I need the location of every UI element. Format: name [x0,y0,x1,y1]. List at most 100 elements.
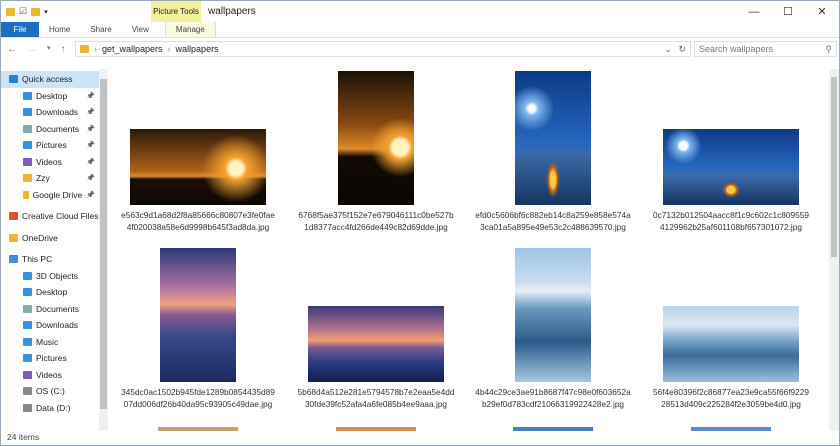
sidebar-item-label: This PC [22,254,53,265]
tab-file[interactable]: File [1,22,39,37]
sidebar-item-downloads[interactable]: Downloads 📌 [1,104,99,121]
file-item[interactable]: 4b44c29ce3ae91b8687f47c98e0f603652ab29ef… [468,246,638,423]
sidebar-item-google-drive[interactable]: Google Drive 📌 [1,187,99,204]
image-thumbnail[interactable] [160,248,236,382]
sidebar-item-this-pc[interactable]: This PC [1,251,99,268]
tab-view[interactable]: View [122,22,159,37]
separator-icon: › [94,44,97,54]
sidebar-item-label: 3D Objects [36,270,79,281]
sidebar-item-label: Videos [36,156,62,167]
breadcrumb-get-wallpapers[interactable]: get_wallpapers [102,44,163,54]
sidebar-item-label: Pictures [36,140,67,151]
back-button[interactable]: ← [7,44,17,55]
file-item[interactable]: 0c7132b012504aacc8f1c9c602c1c80955941299… [646,69,816,246]
file-item[interactable]: 56f4e80396f2c86877ea23e9ca55f66f92292851… [646,246,816,423]
sidebar-item-label: Downloads [36,320,79,331]
file-item[interactable]: 6768f5ae375f152e7e679046111c0be527b1d837… [291,69,461,246]
image-thumbnail[interactable] [338,71,414,205]
sidebar-item-videos[interactable]: Videos 📌 [1,154,99,171]
sidebar-item-creative-cloud-files[interactable]: Creative Cloud Files [1,208,99,225]
file-name: 0c7132b012504aacc8f1c9c602c1c80955941299… [653,210,809,232]
sidebar-item-label: OneDrive [22,232,58,243]
folder-icon [23,288,32,297]
sidebar-item-downloads[interactable]: Downloads [1,317,99,334]
customize-dropdown-icon[interactable]: ▾ [44,8,48,16]
sidebar-item-documents[interactable]: Documents [1,301,99,318]
search-input[interactable]: Search wallpapers ⚲ [694,41,837,57]
sidebar-item-label: Pictures [36,353,67,364]
address-bar[interactable]: › get_wallpapers › wallpapers ⌄ ↻ [75,41,691,57]
sidebar-item-data-d[interactable]: Data (D:) [1,400,99,417]
breadcrumb-wallpapers[interactable]: wallpapers [176,44,219,54]
image-thumbnail[interactable] [515,248,591,382]
document-icon [23,124,32,133]
document-icon [23,304,32,313]
file-name: 5b68d4a512e281e5794578b7e2eaa5e4dd30fde3… [297,387,455,409]
sidebar-item-onedrive[interactable]: OneDrive [1,230,99,247]
sidebar-item-videos[interactable]: Videos [1,367,99,384]
sidebar-item-label: Videos [36,369,62,380]
pc-icon [9,255,18,264]
sidebar-item-zzy[interactable]: Zzy 📌 [1,170,99,187]
folder-icon [80,45,89,53]
drive-icon [23,403,32,412]
sidebar-item-desktop[interactable]: Desktop 📌 [1,88,99,105]
file-item[interactable]: efd0c5606bf6c882eb14c8a259e858e574a3ca01… [468,69,638,246]
file-name: 4b44c29ce3ae91b8687f47c98e0f603652ab29ef… [475,387,631,409]
tab-share[interactable]: Share [80,22,121,37]
address-dropdown-icon[interactable]: ⌄ [664,44,672,55]
pin-icon: 📌 [86,191,95,199]
image-thumbnail[interactable] [663,306,799,382]
minimize-button[interactable]: — [737,1,771,22]
file-item[interactable]: e563c9d1a68d2f8a85666c80807e3fe0fae4f020… [113,69,283,246]
tab-home[interactable]: Home [39,22,80,37]
image-thumbnail[interactable] [663,129,799,205]
pictures-icon [23,141,32,150]
forward-button[interactable]: → [27,44,37,55]
image-thumbnail[interactable] [515,71,591,205]
navigation-pane: Quick access Desktop 📌 Downloads 📌 Documents 📌… [1,71,99,431]
sidebar-item-music[interactable]: Music [1,334,99,351]
folder-icon [6,7,15,16]
image-thumbnail[interactable] [308,306,444,382]
sidebar-item-desktop[interactable]: Desktop [1,284,99,301]
sidebar-item-documents[interactable]: Documents 📌 [1,121,99,138]
sidebar-item-quick-access[interactable]: Quick access [1,71,99,88]
new-folder-icon[interactable] [31,7,41,16]
sidebar-item-label: Quick access [22,74,73,85]
sidebar-item-3d-objects[interactable]: 3D Objects [1,268,99,285]
properties-icon[interactable]: ☑ [19,6,27,17]
pin-icon: 📌 [86,109,95,117]
recent-locations-button[interactable]: ▾ [47,44,51,55]
sidebar-item-pictures[interactable]: Pictures 📌 [1,137,99,154]
search-placeholder: Search wallpapers [699,44,774,54]
pin-icon: 📌 [86,175,95,183]
refresh-button[interactable]: ↻ [678,44,686,55]
sidebar-item-label: Creative Cloud Files [22,211,99,222]
videos-icon [23,370,32,379]
file-item[interactable]: 5b68d4a512e281e5794578b7e2eaa5e4dd30fde3… [291,246,461,423]
up-button[interactable]: ↑ [61,44,66,55]
status-bar: 24 items [1,429,839,445]
file-name: e563c9d1a68d2f8a85666c80807e3fe0fae4f020… [121,210,275,232]
item-count: 24 items [7,432,40,442]
sidebar-item-os-c[interactable]: OS (C:) [1,383,99,400]
tab-manage[interactable]: Manage [164,22,216,37]
search-icon: ⚲ [825,43,832,54]
pin-icon: 📌 [86,142,95,150]
content-scrollbar[interactable] [829,69,839,431]
sidebar-item-label: OS (C:) [36,386,65,397]
pin-icon: 📌 [86,92,95,100]
navigation-scrollbar[interactable] [99,69,108,431]
title-bar: ☑ ▾ Picture Tools wallpapers — ☐ ✕ [1,1,839,22]
sidebar-item-pictures[interactable]: Pictures [1,350,99,367]
close-button[interactable]: ✕ [805,1,839,22]
file-name: 6768f5ae375f152e7e679046111c0be527b1d837… [298,210,454,232]
image-thumbnail[interactable] [130,129,266,205]
pin-icon: 📌 [86,125,95,133]
file-name: efd0c5606bf6c882eb14c8a259e858e574a3ca01… [475,210,631,232]
maximize-button[interactable]: ☐ [771,1,805,22]
3d-objects-icon [23,271,32,280]
file-item[interactable]: 345dc0ac1502b945fde1289b0854435d8907dd00… [113,246,283,423]
sidebar-item-label: Google Drive [32,189,83,200]
